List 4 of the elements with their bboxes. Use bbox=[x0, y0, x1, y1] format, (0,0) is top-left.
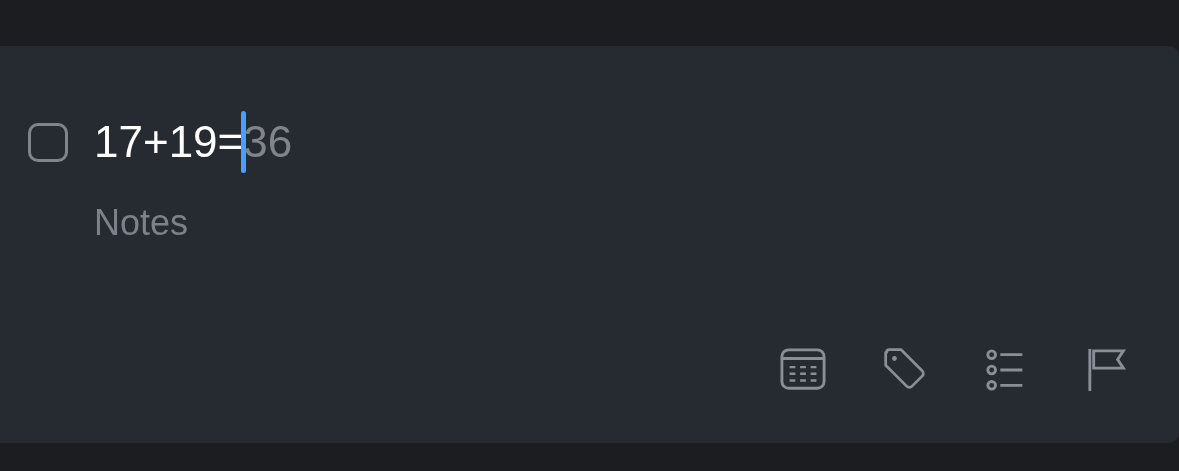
checkbox[interactable] bbox=[28, 122, 68, 162]
calendar-icon[interactable] bbox=[779, 347, 827, 393]
typed-text: 17+19= bbox=[94, 120, 244, 164]
notes-field[interactable]: Notes bbox=[94, 202, 494, 244]
